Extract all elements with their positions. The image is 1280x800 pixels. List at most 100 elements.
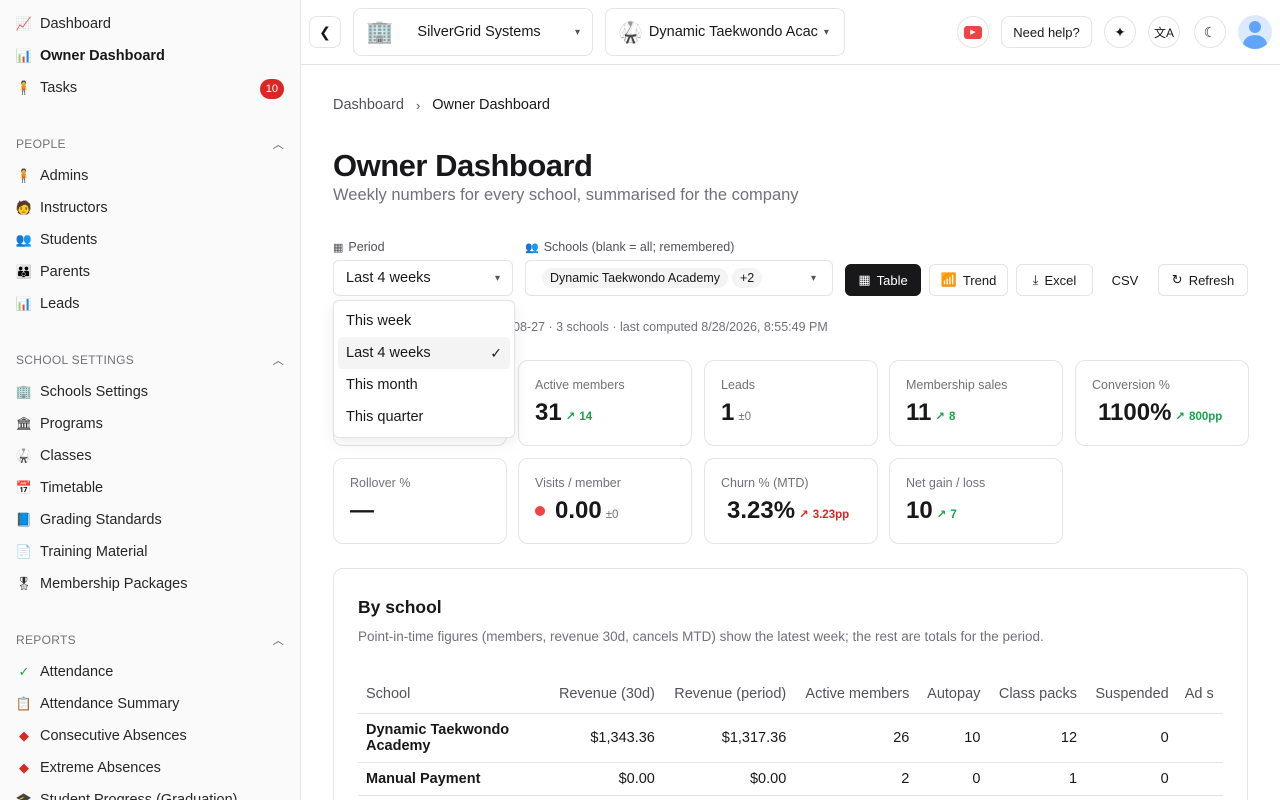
sidebar-item-student-progress[interactable]: 🎓 Student Progress (Graduation) [16,786,284,800]
sidebar-item-grading-standards[interactable]: 📘 Grading Standards [16,506,284,534]
theme-toggle-button[interactable]: ☾ [1194,16,1226,48]
download-icon: ⤓ [1032,272,1039,287]
youtube-button[interactable]: ▶ [957,16,989,48]
sidebar-item-timetable[interactable]: 📅 Timetable [16,474,284,502]
column-header[interactable]: Revenue (30d) [548,675,663,714]
sidebar-item-consecutive-absences[interactable]: ◆ Consecutive Absences [16,722,284,750]
school-selector[interactable]: 🥋 Dynamic Taekwondo Acac ▾ [605,8,845,56]
option-label: Last 4 weeks [346,345,431,361]
table-row[interactable]: Dynamic Taekwondo Academy $1,343.36 $1,3… [358,713,1223,763]
metric-label: Net gain / loss [906,476,986,490]
metric-delta: ±0 [738,411,752,423]
section-header-reports[interactable]: REPORTS ︿ [16,630,284,650]
sidebar-item-label: Attendance Summary [40,696,180,712]
column-header[interactable]: School [358,675,548,714]
column-header[interactable]: Autopay [917,675,989,714]
sidebar-item-label: Students [40,232,98,248]
column-header[interactable]: Suspended [1085,675,1177,714]
sidebar-item-programs[interactable]: 🏛 Programs [16,410,284,438]
students-icon: 👥 [15,232,33,247]
sidebar-item-label: Extreme Absences [40,760,161,776]
sidebar-item-label: Consecutive Absences [40,728,187,744]
school-name-cell: Dynamic Taekwondo Academy [358,713,548,763]
table-header-row: School Revenue (30d) Revenue (period) Ac… [358,675,1223,714]
breadcrumb: Dashboard › Owner Dashboard [333,97,550,113]
sidebar-item-attendance-summary[interactable]: 📋 Attendance Summary [16,690,284,718]
column-header[interactable]: Class packs [988,675,1086,714]
period-option-this-quarter[interactable]: This quarter [338,401,510,433]
sidebar-item-schools-settings[interactable]: 🏢 Schools Settings [16,378,284,406]
metric-value: — [350,497,374,524]
metric-label: Visits / member [535,476,621,490]
table-cell: 0 [1085,762,1177,796]
building-icon: 🏢 [366,19,394,44]
metric-card-rollover: Rollover % — [333,458,507,544]
sidebar-item-dashboard[interactable]: 📈 Dashboard [16,10,284,38]
ai-sparkle-button[interactable]: ✦ [1104,16,1136,48]
avatar-head-icon [1249,21,1261,33]
breadcrumb-root-link[interactable]: Dashboard [333,97,404,113]
period-option-this-week[interactable]: This week [338,305,510,337]
sidebar-item-admins[interactable]: 🧍 Admins [16,162,284,190]
by-school-table: School Revenue (30d) Revenue (period) Ac… [358,675,1223,796]
sidebar-item-leads[interactable]: 📊 Leads [16,290,284,318]
sidebar-item-tasks[interactable]: 🧍 Tasks 10 [16,74,284,102]
csv-export-button[interactable]: CSV [1101,264,1149,296]
period-select[interactable]: Last 4 weeks ▾ [333,260,513,296]
sidebar-item-students[interactable]: 👥 Students [16,226,284,254]
column-header[interactable]: Ad s [1176,675,1223,714]
sidebar-item-training-material[interactable]: 📄 Training Material [16,538,284,566]
column-header[interactable]: Revenue (period) [662,675,795,714]
table-row[interactable]: Manual Payment $0.00 $0.00 2 0 1 0 [358,762,1223,796]
language-button[interactable]: 文A [1148,16,1180,48]
sidebar: 📈 Dashboard 📊 Owner Dashboard 🧍 Tasks 10… [0,0,301,800]
schools-multiselect[interactable]: Dynamic Taekwondo Academy +2 ▾ [525,260,833,296]
users-icon: 👥 [525,241,539,254]
metric-value: 31 [535,399,562,426]
period-option-last-4-weeks[interactable]: Last 4 weeks ✓ [338,337,510,369]
need-help-button[interactable]: Need help? [1001,16,1092,48]
excel-export-button[interactable]: ⤓ Excel [1016,264,1093,296]
chevron-up-icon[interactable]: ︿ [273,136,284,152]
chevron-up-icon[interactable]: ︿ [273,352,284,368]
company-name: SilverGrid Systems [417,24,541,40]
sidebar-item-instructors[interactable]: 🧑 Instructors [16,194,284,222]
metric-value: 10 [906,497,933,524]
column-header[interactable]: Active members [794,675,918,714]
sidebar-item-attendance[interactable]: ✓ Attendance [16,658,284,686]
table-cell: 2 [794,762,918,796]
sidebar-item-owner-dashboard[interactable]: 📊 Owner Dashboard [16,42,284,70]
table-view-button[interactable]: ▦ Table [845,264,921,296]
metric-value: 3.23% [727,497,796,524]
refresh-button[interactable]: ↻ Refresh [1158,264,1248,296]
trend-view-button[interactable]: 📶 Trend [929,264,1008,296]
sidebar-item-label: Grading Standards [40,512,162,528]
back-button[interactable]: ❮ [309,16,341,48]
school-logo-icon: 🥋 [618,21,643,44]
metric-delta: 3.23pp [812,509,850,521]
sidebar-item-membership-packages[interactable]: 🎖 Membership Packages [16,570,284,598]
table-icon: ▦ [858,272,871,287]
sidebar-item-classes[interactable]: 🥋 Classes [16,442,284,470]
chevron-down-icon: ▾ [823,26,829,38]
parents-icon: 👪 [15,264,33,279]
metric-card-net-gain-loss: Net gain / loss 10 ↗ 7 [889,458,1063,544]
section-header-people[interactable]: PEOPLE ︿ [16,134,284,154]
company-selector[interactable]: 🏢 SilverGrid Systems ▾ [353,8,593,56]
section-title: REPORTS [16,633,76,647]
period-dropdown-menu: This week Last 4 weeks ✓ This month This … [333,300,515,438]
schools-field-label: 👥 Schools (blank = all; remembered) [525,240,734,254]
table-cell: 0 [917,762,989,796]
option-label: This quarter [346,409,424,425]
period-option-this-month[interactable]: This month [338,369,510,401]
sidebar-item-parents[interactable]: 👪 Parents [16,258,284,286]
sidebar-item-label: Parents [40,264,90,280]
section-header-school-settings[interactable]: SCHOOL SETTINGS ︿ [16,350,284,370]
sidebar-item-label: Dashboard [40,16,111,32]
sidebar-item-label: Owner Dashboard [40,48,165,64]
user-avatar[interactable] [1238,15,1272,49]
table-cell: $1,317.36 [662,713,795,763]
sidebar-item-extreme-absences[interactable]: ◆ Extreme Absences [16,754,284,782]
trend-up-icon: ↗ [799,509,809,521]
chevron-up-icon[interactable]: ︿ [273,632,284,648]
